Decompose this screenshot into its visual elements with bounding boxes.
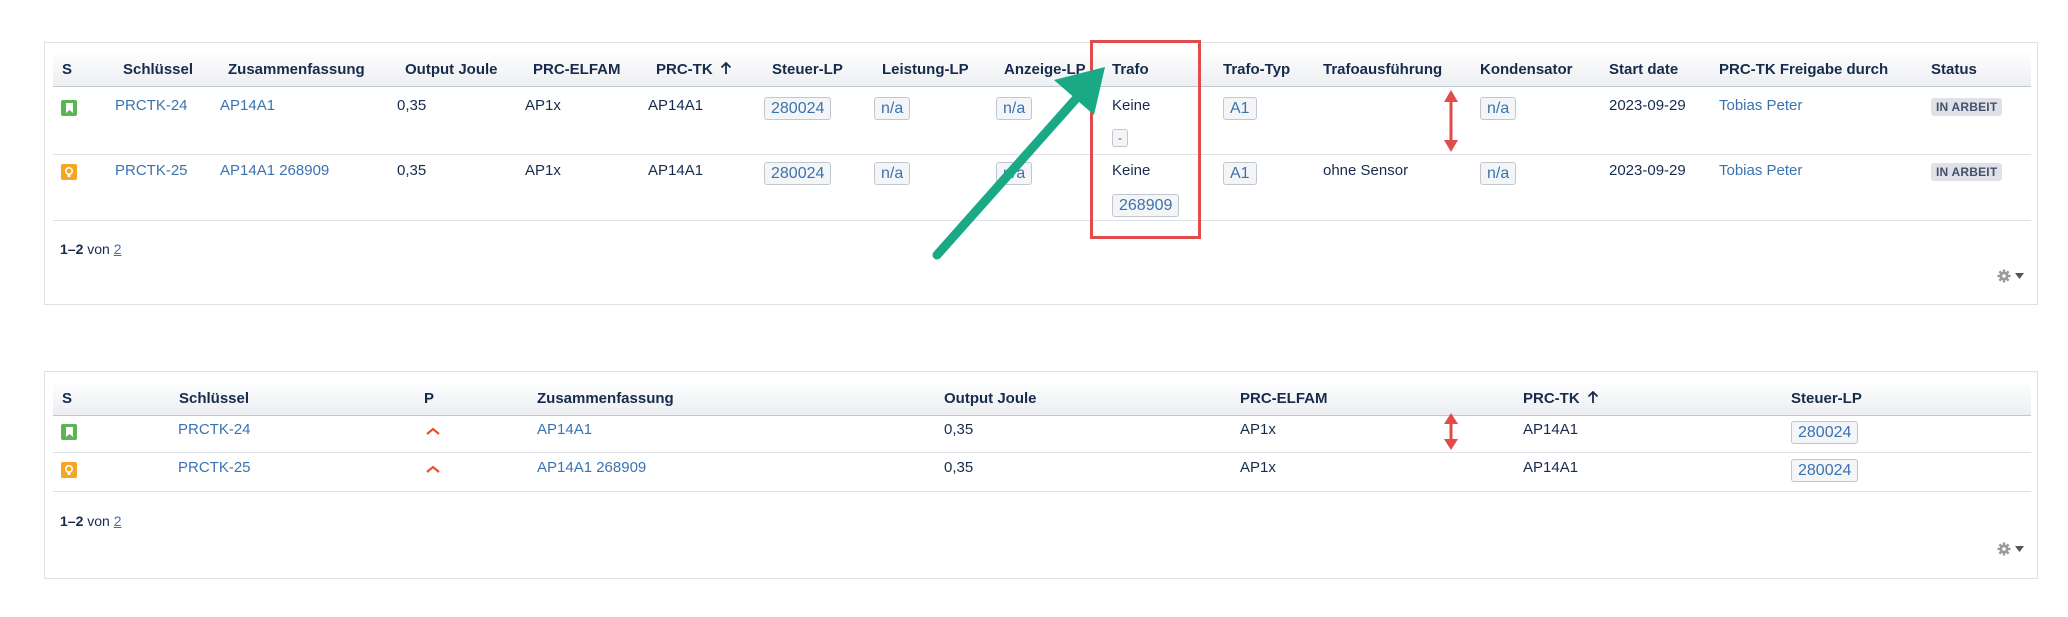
start-date-value: 2023-09-29 [1609, 97, 1686, 114]
row-divider [53, 154, 2031, 155]
chevron-down-icon [2015, 273, 2024, 279]
issue-key-link[interactable]: PRCTK-25 [178, 459, 251, 476]
col-header-steuer-lp[interactable]: Steuer-LP [1791, 390, 1862, 407]
summary-link[interactable]: AP14A1 [537, 421, 592, 438]
trafoausfuehrung-value: ohne Sensor [1323, 162, 1409, 179]
summary-link[interactable]: AP14A1 268909 [537, 459, 646, 476]
pager-of-label: von [87, 241, 110, 257]
output-joule-value: 0,35 [397, 97, 427, 114]
kondensator-lozenge[interactable]: n/a [1480, 162, 1517, 185]
col-header-start-date[interactable]: Start date [1609, 61, 1678, 78]
status-badge: IN ARBEIT [1931, 163, 2003, 181]
issue-key-link[interactable]: PRCTK-24 [178, 421, 251, 438]
pager-total-link[interactable]: 2 [114, 241, 122, 257]
gear-icon [1997, 542, 2011, 556]
summary-link[interactable]: AP14A1 268909 [220, 162, 329, 179]
trafo-typ-lozenge[interactable]: A1 [1223, 97, 1257, 120]
col-header-summary[interactable]: Zusammenfassung [228, 61, 365, 78]
col-header-prc-elfam[interactable]: PRC-ELFAM [1240, 390, 1328, 407]
pager-range: 1–2 [60, 513, 84, 529]
output-joule-value: 0,35 [944, 421, 974, 438]
issue-key-link[interactable]: PRCTK-24 [115, 97, 188, 114]
col-header-s[interactable]: S [62, 61, 72, 78]
sort-ascending-icon [720, 61, 731, 74]
col-header-trafoausfuehrung[interactable]: Trafoausführung [1323, 61, 1442, 78]
row-divider [53, 491, 2031, 492]
table-settings-menu[interactable] [1997, 542, 2024, 556]
prc-tk-value: AP14A1 [648, 162, 704, 179]
issue-table-panel-2: S Schlüssel P Zusammenfassung Output Jou… [44, 371, 2038, 579]
sort-ascending-icon [1587, 390, 1598, 403]
row-divider [53, 220, 2031, 221]
kondensator-lozenge[interactable]: n/a [1480, 97, 1517, 120]
idea-icon [61, 164, 77, 180]
prc-tk-value: AP14A1 [648, 97, 704, 114]
steuer-lp-lozenge[interactable]: 280024 [1791, 421, 1859, 444]
prc-elfam-value: AP1x [525, 97, 561, 114]
prc-elfam-value: AP1x [1240, 459, 1276, 476]
leistung-lp-lozenge[interactable]: n/a [874, 162, 911, 185]
major-priority-icon [426, 427, 440, 435]
col-header-key[interactable]: Schlüssel [123, 61, 193, 78]
anzeige-lp-lozenge[interactable]: n/a [996, 162, 1033, 185]
leistung-lp-lozenge[interactable]: n/a [874, 97, 911, 120]
pagination: 1–2 von 2 [60, 513, 122, 529]
steuer-lp-lozenge[interactable]: 280024 [1791, 459, 1859, 482]
steuer-lp-lozenge[interactable]: 280024 [764, 162, 832, 185]
output-joule-value: 0,35 [944, 459, 974, 476]
prc-tk-value: AP14A1 [1523, 421, 1579, 438]
col-header-prc-elfam[interactable]: PRC-ELFAM [533, 61, 621, 78]
trafo-highlight-box [1090, 40, 1201, 239]
steuer-lp-lozenge[interactable]: 280024 [764, 97, 832, 120]
col-header-kondensator[interactable]: Kondensator [1480, 61, 1573, 78]
col-header-trafo-typ[interactable]: Trafo-Typ [1223, 61, 1290, 78]
col-header-prc-tk[interactable]: PRC-TK [1523, 390, 1599, 407]
col-header-key[interactable]: Schlüssel [179, 390, 249, 407]
gear-icon [1997, 269, 2011, 283]
story-icon [61, 100, 77, 116]
status-badge: IN ARBEIT [1931, 98, 2003, 116]
prc-tk-value: AP14A1 [1523, 459, 1579, 476]
pager-of-label: von [87, 513, 110, 529]
col-header-priority[interactable]: P [424, 390, 434, 407]
summary-link[interactable]: AP14A1 [220, 97, 275, 114]
table-header: S Schlüssel Zusammenfassung Output Joule… [53, 51, 2031, 87]
freigabe-user-link[interactable]: Tobias Peter [1719, 162, 1802, 179]
prc-elfam-value: AP1x [525, 162, 561, 179]
col-header-output-joule[interactable]: Output Joule [944, 390, 1037, 407]
pager-total-link[interactable]: 2 [114, 513, 122, 529]
chevron-down-icon [2015, 546, 2024, 552]
start-date-value: 2023-09-29 [1609, 162, 1686, 179]
col-header-status[interactable]: Status [1931, 61, 1977, 78]
story-icon [61, 424, 77, 440]
issue-key-link[interactable]: PRCTK-25 [115, 162, 188, 179]
freigabe-user-link[interactable]: Tobias Peter [1719, 97, 1802, 114]
output-joule-value: 0,35 [397, 162, 427, 179]
row-divider [53, 452, 2031, 453]
col-header-steuer-lp[interactable]: Steuer-LP [772, 61, 843, 78]
trafo-typ-lozenge[interactable]: A1 [1223, 162, 1257, 185]
pager-range: 1–2 [60, 241, 84, 257]
col-header-prc-tk[interactable]: PRC-TK [656, 61, 732, 78]
pagination: 1–2 von 2 [60, 241, 122, 257]
col-header-summary[interactable]: Zusammenfassung [537, 390, 674, 407]
table-header: S Schlüssel P Zusammenfassung Output Jou… [53, 380, 2031, 416]
col-header-leistung-lp[interactable]: Leistung-LP [882, 61, 969, 78]
col-header-freigabe[interactable]: PRC-TK Freigabe durch [1719, 61, 1888, 78]
idea-icon [61, 462, 77, 478]
table-settings-menu[interactable] [1997, 269, 2024, 283]
col-header-s[interactable]: S [62, 390, 72, 407]
major-priority-icon [426, 465, 440, 473]
col-header-output-joule[interactable]: Output Joule [405, 61, 498, 78]
issue-table-panel-1: S Schlüssel Zusammenfassung Output Joule… [44, 42, 2038, 305]
col-header-anzeige-lp[interactable]: Anzeige-LP [1004, 61, 1086, 78]
anzeige-lp-lozenge[interactable]: n/a [996, 97, 1033, 120]
prc-elfam-value: AP1x [1240, 421, 1276, 438]
